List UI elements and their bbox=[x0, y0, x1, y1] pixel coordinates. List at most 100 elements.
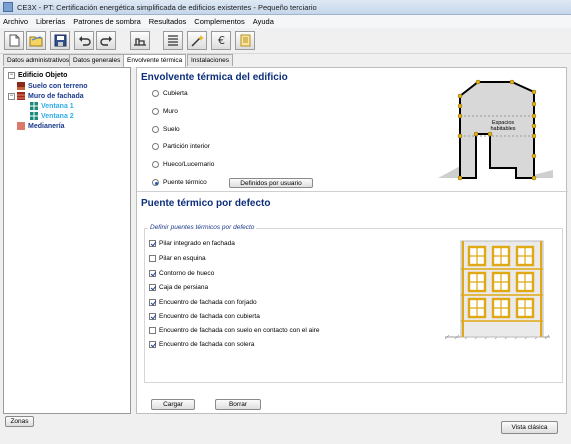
checkbox[interactable] bbox=[149, 327, 156, 334]
check-fachada-suelo-aire[interactable]: Encuentro de fachada con suelo en contac… bbox=[149, 327, 319, 334]
undo-icon bbox=[78, 35, 91, 46]
check-caja-persiana[interactable]: Caja de persiana bbox=[149, 284, 208, 291]
group-label: Definir puentes térmicos por defecto bbox=[148, 224, 257, 231]
check-contorno-hueco[interactable]: Contorno de hueco bbox=[149, 270, 214, 277]
checkbox[interactable] bbox=[149, 341, 156, 348]
collapse-icon[interactable]: − bbox=[8, 92, 15, 100]
menu-archivo[interactable]: Archivo bbox=[3, 17, 28, 26]
check-label: Contorno de hueco bbox=[159, 270, 215, 277]
zonas-button[interactable]: Zonas bbox=[5, 416, 34, 427]
collapse-icon[interactable]: − bbox=[8, 72, 15, 79]
radio-particion-interior[interactable]: Partición interior bbox=[152, 143, 210, 150]
menu-complementos[interactable]: Complementos bbox=[194, 17, 244, 26]
save-button[interactable] bbox=[50, 31, 70, 50]
radio-icon[interactable] bbox=[152, 143, 159, 150]
tab-datos-administrativos[interactable]: Datos administrativos bbox=[3, 54, 74, 66]
app-icon bbox=[3, 2, 13, 12]
cargar-button[interactable]: Cargar bbox=[151, 399, 195, 410]
radio-suelo[interactable]: Suelo bbox=[152, 126, 180, 133]
radio-icon[interactable] bbox=[152, 90, 159, 97]
radio-label: Partición interior bbox=[163, 143, 210, 150]
tab-envolvente-termica[interactable]: Envolvente térmica bbox=[123, 54, 187, 67]
check-label: Encuentro de fachada con suelo en contac… bbox=[159, 327, 320, 334]
tree-node-label: Edificio Objeto bbox=[18, 72, 68, 79]
building-icon bbox=[134, 38, 146, 46]
check-fachada-forjado[interactable]: Encuentro de fachada con forjado bbox=[149, 299, 257, 306]
floor-icon bbox=[17, 82, 25, 90]
tree-node-label: Ventana 2 bbox=[41, 112, 74, 120]
new-document-button[interactable] bbox=[4, 31, 24, 50]
redo-icon bbox=[99, 35, 112, 46]
layers-icon bbox=[168, 35, 178, 46]
building-button[interactable] bbox=[130, 31, 150, 50]
diagram-label: Espacios habitables bbox=[490, 120, 516, 132]
tree-node-medianeria[interactable]: Medianería bbox=[17, 122, 65, 130]
tree-node-label: Medianería bbox=[28, 122, 65, 130]
radio-cubierta[interactable]: Cubierta bbox=[152, 90, 188, 97]
tree-node-muro-de-fachada[interactable]: − Muro de fachada bbox=[8, 92, 84, 100]
tab-datos-generales[interactable]: Datos generales bbox=[69, 54, 125, 66]
save-icon bbox=[54, 34, 66, 47]
tree-node-suelo-con-terreno[interactable]: Suelo con terreno bbox=[17, 82, 88, 90]
check-label: Pilar en esquina bbox=[159, 255, 206, 262]
envolvente-title: Envolvente térmica del edificio bbox=[141, 72, 288, 83]
check-pilar-integrado[interactable]: Pilar integrado en fachada bbox=[149, 240, 235, 247]
radio-hueco-lucernario[interactable]: Hueco/Lucernario bbox=[152, 161, 214, 168]
checkbox[interactable] bbox=[149, 284, 156, 291]
radio-label: Hueco/Lucernario bbox=[163, 161, 215, 168]
check-fachada-cubierta[interactable]: Encuentro de fachada con cubierta bbox=[149, 313, 260, 320]
radio-puente-termico[interactable]: Puente térmico bbox=[152, 179, 207, 186]
definidos-por-usuario-button[interactable]: Definidos por usuario bbox=[229, 178, 313, 188]
euro-icon: € bbox=[218, 34, 225, 47]
report-icon bbox=[240, 34, 250, 47]
redo-button[interactable] bbox=[96, 31, 116, 50]
radio-icon[interactable] bbox=[152, 126, 159, 133]
check-label: Caja de persiana bbox=[159, 284, 209, 291]
radio-label: Puente térmico bbox=[163, 179, 207, 186]
layers-button[interactable] bbox=[163, 31, 183, 50]
check-pilar-esquina[interactable]: Pilar en esquina bbox=[149, 255, 206, 262]
checkbox[interactable] bbox=[149, 270, 156, 277]
window-icon bbox=[30, 112, 38, 120]
undo-button[interactable] bbox=[74, 31, 94, 50]
checkbox[interactable] bbox=[149, 313, 156, 320]
wand-button[interactable] bbox=[187, 31, 207, 50]
title-bar: CE3X - PT: Certificación energética simp… bbox=[0, 0, 571, 15]
menu-librerias[interactable]: Librerías bbox=[36, 17, 65, 26]
tree-node-root[interactable]: − Edificio Objeto bbox=[8, 72, 67, 79]
report-button[interactable] bbox=[235, 31, 255, 50]
toolbar: € bbox=[0, 28, 571, 54]
radio-icon[interactable] bbox=[152, 179, 159, 186]
default-thermal-bridges-group: Definir puentes térmicos por defecto Pil… bbox=[144, 224, 563, 383]
check-label: Encuentro de fachada con forjado bbox=[159, 299, 257, 306]
borrar-button[interactable]: Borrar bbox=[215, 399, 261, 410]
checkbox[interactable] bbox=[149, 299, 156, 306]
menu-resultados[interactable]: Resultados bbox=[149, 17, 187, 26]
radio-label: Cubierta bbox=[163, 90, 188, 97]
check-label: Encuentro de fachada con solera bbox=[159, 341, 255, 348]
puente-title: Puente térmico por defecto bbox=[141, 198, 271, 209]
svg-text:€: € bbox=[218, 34, 225, 47]
wall-icon bbox=[17, 92, 25, 100]
checkbox[interactable] bbox=[149, 255, 156, 262]
tree-node-label: Suelo con terreno bbox=[28, 82, 88, 90]
check-label: Encuentro de fachada con cubierta bbox=[159, 313, 260, 320]
euro-button[interactable]: € bbox=[211, 31, 231, 50]
radio-icon[interactable] bbox=[152, 108, 159, 115]
open-button[interactable] bbox=[26, 31, 46, 50]
vista-clasica-button[interactable]: Vista clásica bbox=[501, 421, 558, 434]
tab-bar: Datos administrativos Datos generales En… bbox=[0, 54, 571, 67]
tab-instalaciones[interactable]: Instalaciones bbox=[187, 54, 233, 66]
checkbox[interactable] bbox=[149, 240, 156, 247]
tree-node-ventana-1[interactable]: Ventana 1 bbox=[30, 102, 74, 110]
window-icon bbox=[30, 102, 38, 110]
check-fachada-solera[interactable]: Encuentro de fachada con solera bbox=[149, 341, 254, 348]
menu-bar: Archivo Librerías Patrones de sombra Res… bbox=[0, 15, 571, 28]
tree-node-ventana-2[interactable]: Ventana 2 bbox=[30, 112, 74, 120]
radio-muro[interactable]: Muro bbox=[152, 108, 178, 115]
menu-ayuda[interactable]: Ayuda bbox=[253, 17, 274, 26]
menu-patrones-de-sombra[interactable]: Patrones de sombra bbox=[73, 17, 141, 26]
tree-panel: − Edificio Objeto Suelo con terreno − Mu… bbox=[3, 67, 131, 414]
radio-icon[interactable] bbox=[152, 161, 159, 168]
window-title: CE3X - PT: Certificación energética simp… bbox=[17, 2, 317, 12]
